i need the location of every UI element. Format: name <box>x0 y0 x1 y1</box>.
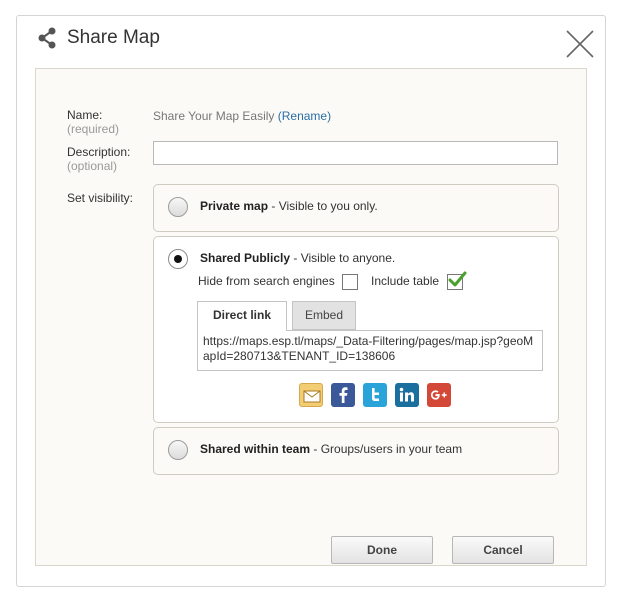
public-option-text: Shared Publicly - Visible to anyone. <box>200 251 395 265</box>
facebook-icon[interactable] <box>331 383 355 407</box>
private-option-desc: - Visible to you only. <box>268 199 378 213</box>
team-option-desc: - Groups/users in your team <box>310 442 463 456</box>
private-option-title: Private map <box>200 199 269 213</box>
email-envelope-glyph <box>303 390 321 403</box>
public-option-title: Shared Publicly <box>200 251 291 265</box>
done-button[interactable]: Done <box>331 536 433 564</box>
name-required-hint: (required) <box>67 122 120 136</box>
name-label-text: Name: <box>67 108 103 122</box>
direct-link-textbox[interactable]: https://maps.esp.tl/maps/_Data-Filtering… <box>197 330 543 371</box>
visibility-option-team[interactable]: Shared within team - Groups/users in you… <box>153 427 559 475</box>
share-icon <box>38 27 56 49</box>
include-table-label: Include table <box>371 274 440 288</box>
radio-selected-dot <box>174 255 182 263</box>
team-radio[interactable] <box>168 440 188 460</box>
public-option-desc: - Visible to anyone. <box>290 251 396 265</box>
include-table-checkbox[interactable] <box>447 271 467 290</box>
rename-link[interactable]: (Rename) <box>278 109 331 123</box>
name-label: Name: (required) <box>67 108 119 136</box>
description-input[interactable] <box>153 141 558 165</box>
hide-search-checkbox[interactable] <box>342 274 358 290</box>
map-name: Share Your Map Easily (Rename) <box>153 109 331 123</box>
close-icon[interactable] <box>565 29 595 59</box>
team-option-title: Shared within team <box>200 442 311 456</box>
description-optional-hint: (optional) <box>67 159 118 173</box>
description-label: Description: (optional) <box>67 145 130 173</box>
public-radio[interactable] <box>168 249 188 269</box>
visibility-label: Set visibility: <box>67 191 134 205</box>
linkedin-glyph <box>399 387 414 402</box>
visibility-option-private[interactable]: Private map - Visible to you only. <box>153 184 559 232</box>
visibility-option-public[interactable]: Shared Publicly - Visible to anyone. Hid… <box>153 236 559 423</box>
dialog-body: Name: (required) Share Your Map Easily (… <box>35 68 587 566</box>
team-option-text: Shared within team - Groups/users in you… <box>200 442 462 456</box>
google-plus-glyph <box>431 390 447 400</box>
map-name-value: Share Your Map Easily <box>153 109 275 123</box>
share-map-dialog: Share Map Name: (required) Share Your Ma… <box>16 15 606 587</box>
tab-direct-link[interactable]: Direct link <box>197 301 287 331</box>
twitter-icon[interactable] <box>363 383 387 407</box>
private-option-text: Private map - Visible to you only. <box>200 199 378 213</box>
private-radio[interactable] <box>168 197 188 217</box>
cancel-button[interactable]: Cancel <box>452 536 554 564</box>
checkmark-icon <box>448 271 467 287</box>
facebook-glyph <box>339 387 348 403</box>
dialog-title: Share Map <box>67 27 160 48</box>
linkedin-icon[interactable] <box>395 383 419 407</box>
google-plus-icon[interactable] <box>427 383 451 407</box>
email-icon[interactable] <box>299 383 323 407</box>
description-label-text: Description: <box>67 145 131 159</box>
hide-search-label: Hide from search engines <box>198 274 335 288</box>
dialog-header: Share Map <box>17 16 605 68</box>
tab-embed[interactable]: Embed <box>292 301 356 330</box>
twitter-glyph <box>372 388 379 401</box>
